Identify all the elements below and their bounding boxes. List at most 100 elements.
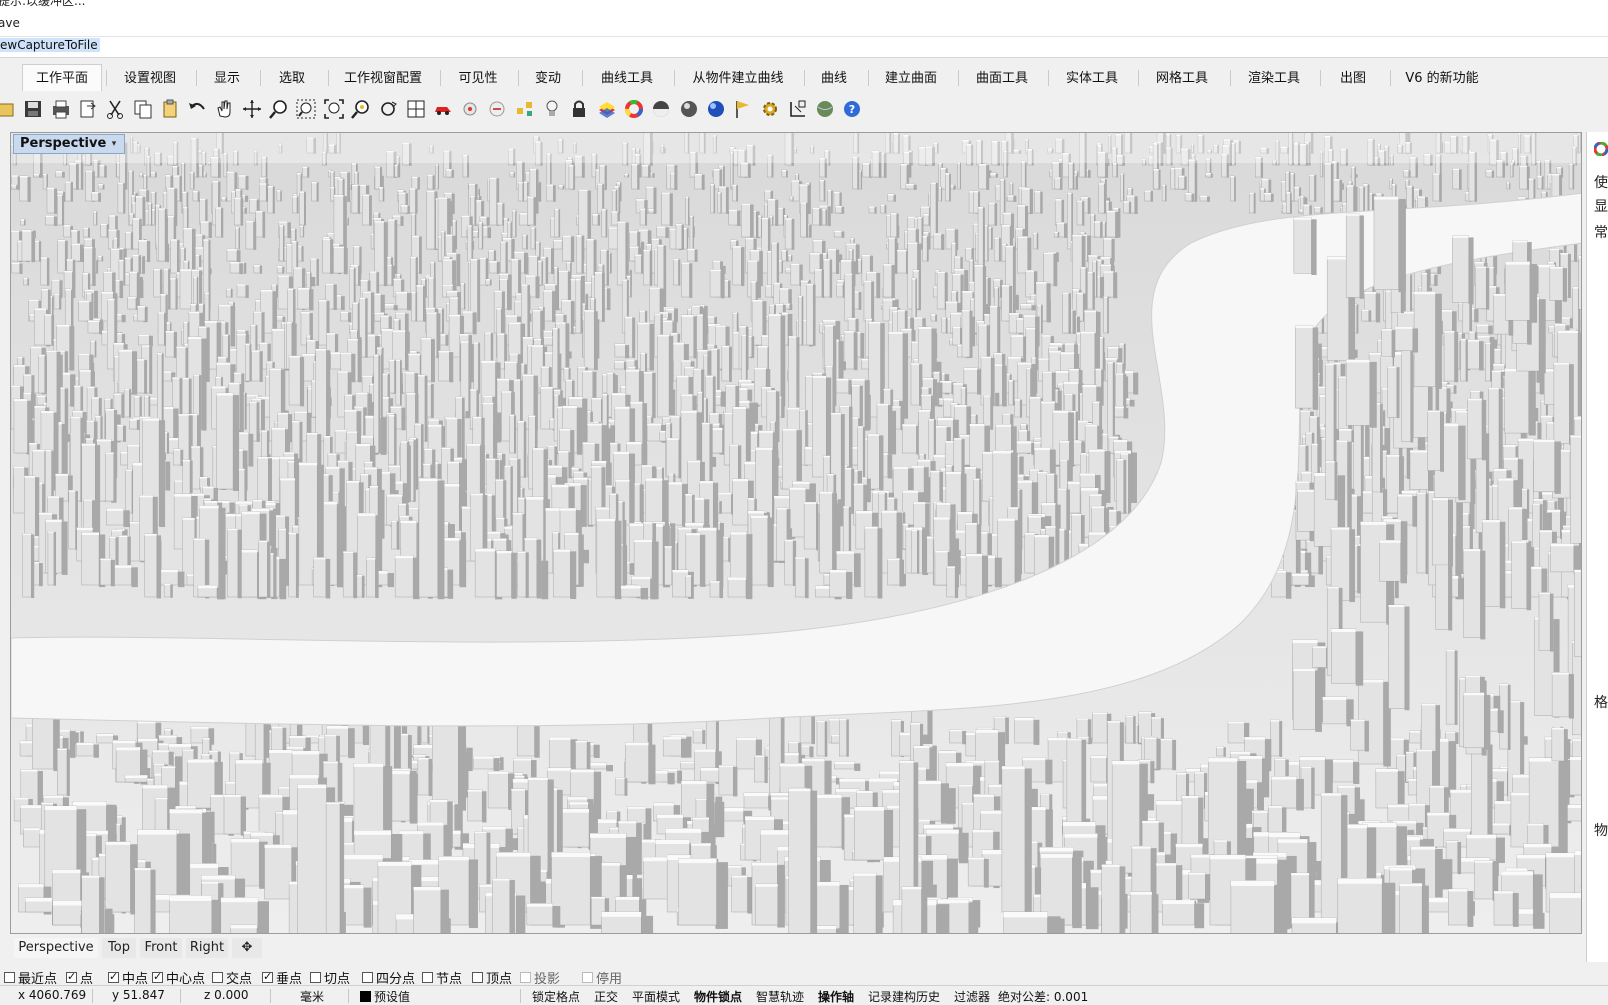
current-layer[interactable]: 预设值	[360, 988, 410, 1005]
viewport-tab-perspective[interactable]: Perspective	[14, 938, 98, 958]
rotate-camera-icon[interactable]	[376, 97, 400, 121]
color-wheel-icon[interactable]	[622, 97, 646, 121]
add-viewport-tab-icon[interactable]: ✥	[232, 938, 262, 958]
viewport-tabs: Perspective Top Front Right ✥	[10, 936, 1582, 960]
tab-7[interactable]: 曲线工具	[584, 64, 670, 91]
coord-x: x 4060.769	[18, 988, 87, 1002]
light-icon[interactable]	[540, 97, 564, 121]
undo-icon[interactable]	[185, 97, 209, 121]
svg-text:?: ?	[849, 103, 855, 116]
open-icon[interactable]	[0, 97, 18, 121]
grid-snap-toggle[interactable]: 锁定格点	[532, 988, 580, 1005]
import-icon[interactable]	[76, 97, 100, 121]
tab-6[interactable]: 变动	[520, 64, 576, 91]
tab-13[interactable]: 网格工具	[1140, 64, 1224, 91]
planar-toggle[interactable]: 平面模式	[632, 988, 680, 1005]
save-icon[interactable]	[21, 97, 45, 121]
tab-8[interactable]: 从物件建立曲线	[676, 64, 800, 91]
zoom-extents-icon[interactable]	[322, 97, 346, 121]
command-history: 提示:以缓冲区... ave ewCaptureToFile	[0, 0, 1608, 58]
hide-icon[interactable]	[485, 97, 509, 121]
osnap-checkbox[interactable]	[310, 972, 321, 983]
pan-hand-icon[interactable]	[212, 97, 236, 121]
smarttrack-toggle[interactable]: 智慧轨迹	[756, 988, 804, 1005]
tab-16[interactable]: V6 的新功能	[1392, 64, 1492, 91]
tab-0[interactable]: 工作平面	[22, 64, 102, 91]
lock-icon[interactable]	[567, 97, 591, 121]
rotate-view-icon[interactable]	[240, 97, 264, 121]
globe-icon[interactable]	[813, 97, 837, 121]
osnap-checkbox[interactable]	[582, 972, 593, 983]
panel-label[interactable]: 使	[1594, 172, 1608, 192]
tab-1[interactable]: 设置视图	[108, 64, 192, 91]
osnap-checkbox[interactable]	[4, 972, 15, 983]
filter-button[interactable]: 过滤器	[954, 988, 990, 1005]
status-bar: x 4060.769 y 51.847 z 0.000 毫米 预设值 锁定格点 …	[0, 985, 1608, 1005]
osnap-checkbox[interactable]	[520, 972, 531, 983]
viewport-tab-right[interactable]: Right	[186, 938, 228, 958]
toolbar-tabs: 工作平面 设置视图 显示 选取 工作视窗配置 可见性 变动 曲线工具 从物件建立曲线 曲线 建立曲面…	[0, 64, 1608, 92]
osnap-checkbox[interactable]	[262, 970, 273, 983]
city-model-render	[11, 133, 1581, 933]
tab-4[interactable]: 工作视窗配置	[330, 64, 436, 91]
tab-15[interactable]: 出图	[1322, 64, 1384, 91]
cut-icon[interactable]	[103, 97, 127, 121]
dimension-icon[interactable]	[786, 97, 810, 121]
points-icon[interactable]	[513, 97, 537, 121]
tab-10[interactable]: 建立曲面	[870, 64, 952, 91]
zoom-window-icon[interactable]	[294, 97, 318, 121]
sphere-shaded-icon[interactable]	[649, 97, 673, 121]
osnap-checkbox[interactable]	[108, 970, 119, 983]
osnap-checkbox[interactable]	[66, 970, 77, 983]
sphere-blue-icon[interactable]	[704, 97, 728, 121]
command-input-text[interactable]: ewCaptureToFile	[0, 38, 100, 52]
help-icon[interactable]: ?	[840, 97, 864, 121]
gear-icon[interactable]	[758, 97, 782, 121]
command-history-line: 提示:以缓冲区...	[0, 0, 86, 8]
osnap-checkbox[interactable]	[212, 972, 223, 983]
viewport-tab-front[interactable]: Front	[140, 938, 182, 958]
history-toggle[interactable]: 记录建构历史	[868, 988, 940, 1005]
tab-2[interactable]: 显示	[198, 64, 256, 91]
panel-label[interactable]: 显	[1594, 196, 1608, 216]
gumball-toggle[interactable]: 操作轴	[818, 988, 854, 1005]
sphere-rendered-icon[interactable]	[677, 97, 701, 121]
color-wheel-icon[interactable]	[1593, 141, 1608, 160]
panel-label[interactable]: 常	[1594, 222, 1608, 242]
car-icon[interactable]	[431, 97, 455, 121]
coord-z: z 0.000	[204, 988, 249, 1002]
panel-label[interactable]: 格	[1594, 692, 1608, 712]
tab-14[interactable]: 渲染工具	[1232, 64, 1316, 91]
panel-label[interactable]: 物	[1594, 820, 1608, 840]
zoom-icon[interactable]	[267, 97, 291, 121]
properties-panel[interactable]: 使显常格物	[1586, 132, 1608, 962]
tab-12[interactable]: 实体工具	[1050, 64, 1134, 91]
tab-9[interactable]: 曲线	[806, 64, 862, 91]
tab-5[interactable]: 可见性	[442, 64, 514, 91]
layer-icon[interactable]	[595, 97, 619, 121]
osnap-checkbox[interactable]	[472, 972, 483, 983]
four-viewports-icon[interactable]	[404, 97, 428, 121]
tab-3[interactable]: 选取	[262, 64, 322, 91]
osnap-checkbox[interactable]	[152, 970, 163, 983]
zoom-selected-icon[interactable]	[349, 97, 373, 121]
paste-icon[interactable]	[158, 97, 182, 121]
osnap-checkbox[interactable]	[422, 972, 433, 983]
units-label[interactable]: 毫米	[300, 988, 324, 1005]
perspective-viewport[interactable]: Perspective ▾	[10, 132, 1582, 934]
osnap-checkbox[interactable]	[362, 972, 373, 983]
print-icon[interactable]	[49, 97, 73, 121]
copy-icon[interactable]	[131, 97, 155, 121]
layer-name: 预设值	[374, 990, 411, 1004]
command-prompt[interactable]: ewCaptureToFile	[0, 36, 1608, 56]
viewport-tab-top[interactable]: Top	[102, 938, 136, 958]
layer-color-swatch	[360, 991, 371, 1002]
flag-icon[interactable]	[731, 97, 755, 121]
ortho-toggle[interactable]: 正交	[594, 988, 618, 1005]
osnap-toggle[interactable]: 物件锁点	[694, 988, 742, 1005]
viewport-menu-arrow-icon[interactable]: ▾	[107, 135, 121, 153]
tab-11[interactable]: 曲面工具	[960, 64, 1044, 91]
coord-y: y 51.847	[112, 988, 165, 1002]
plugin-icon[interactable]	[458, 97, 482, 121]
tolerance-label: 绝对公差: 0.001	[998, 990, 1089, 1004]
